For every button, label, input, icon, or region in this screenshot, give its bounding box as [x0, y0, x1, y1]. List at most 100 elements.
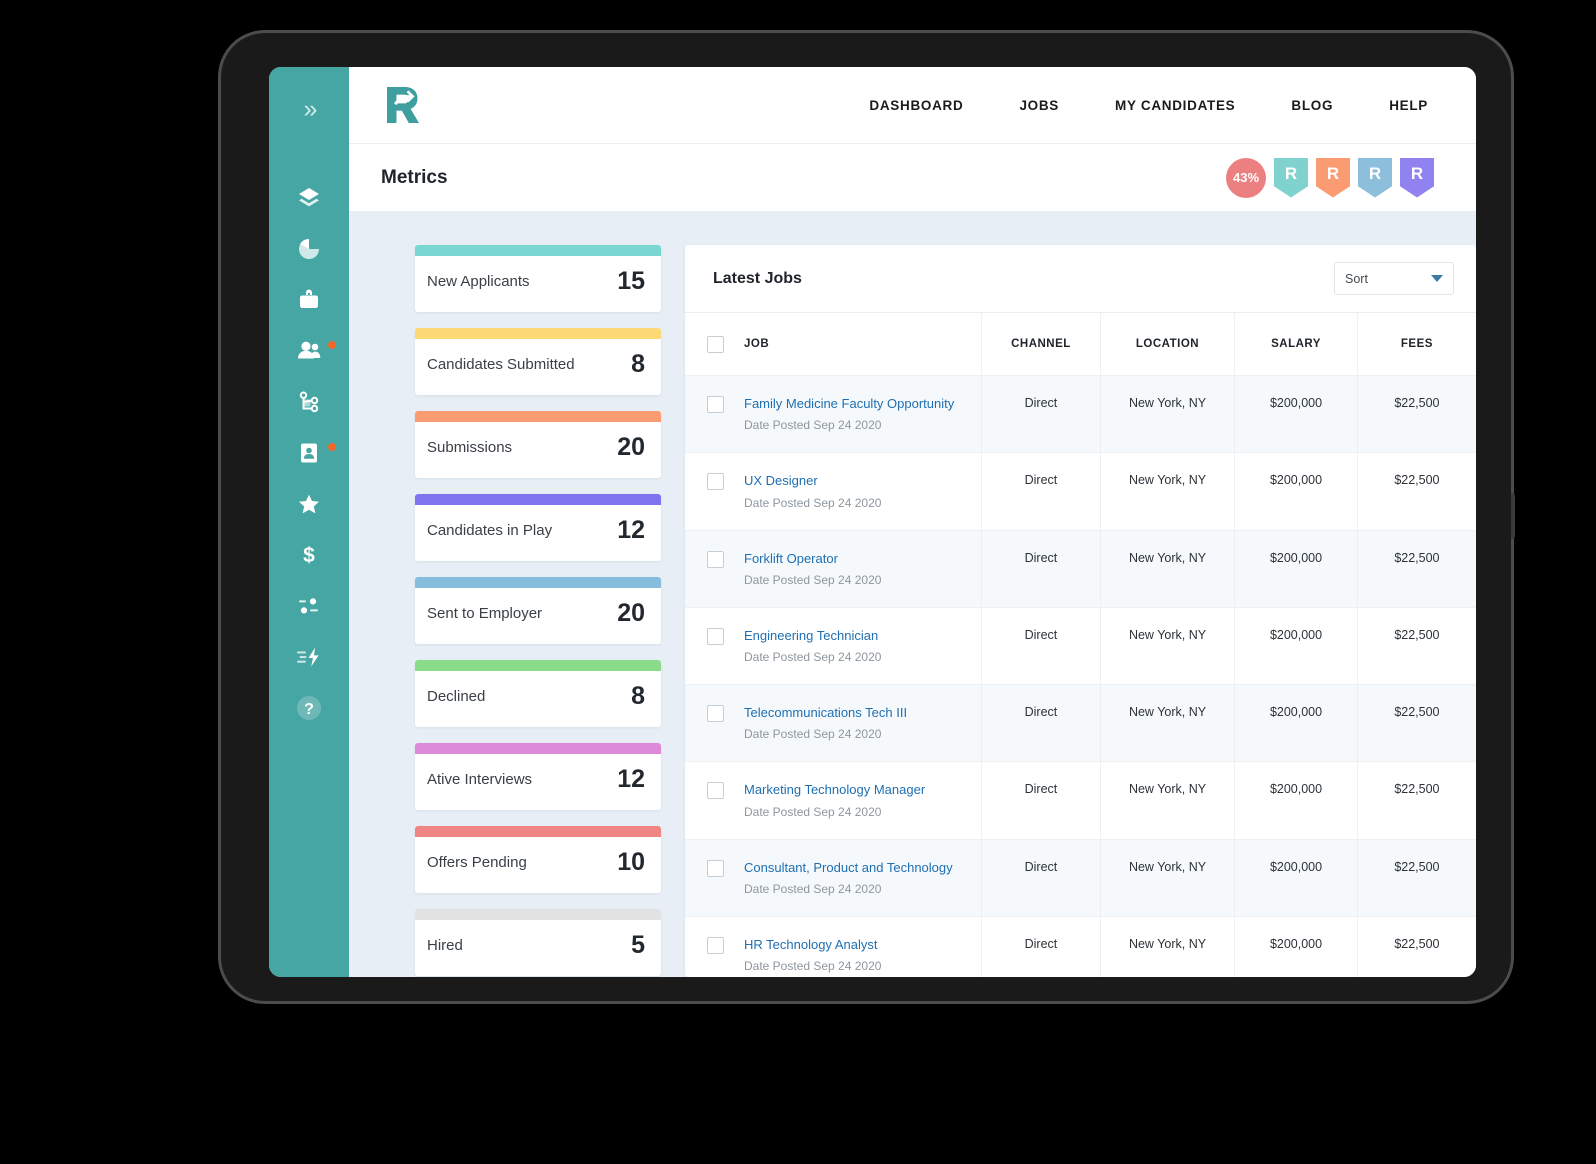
nav-jobs[interactable]: JOBS [1019, 98, 1059, 113]
row-checkbox[interactable] [707, 627, 724, 645]
cell-location: New York, NY [1099, 915, 1235, 977]
sidebar-item-candidates[interactable] [283, 325, 336, 377]
row-checkbox[interactable] [707, 473, 724, 491]
shield-badge-3[interactable]: R [1358, 157, 1392, 198]
metric-card[interactable]: Hired 5 [415, 909, 661, 976]
main-nav: DASHBOARD JOBS MY CANDIDATES BLOG HELP [869, 98, 1428, 113]
metric-card[interactable]: Declined 8 [415, 660, 661, 727]
shield-icon: R [1358, 157, 1392, 198]
cell-fees: $22,500 [1356, 683, 1476, 762]
shield-badge-1[interactable]: R [1274, 157, 1308, 198]
cell-salary: $200,000 [1234, 606, 1358, 685]
row-checkbox[interactable] [707, 782, 724, 800]
automation-bolt-icon [296, 645, 322, 669]
select-all-checkbox[interactable] [707, 335, 724, 353]
metric-value: 20 [617, 433, 645, 461]
table-row[interactable]: Consultant, Product and Technology Date P… [685, 838, 1476, 917]
sidebar-item-layers[interactable] [283, 172, 335, 224]
nav-blog[interactable]: BLOG [1291, 98, 1333, 113]
chevron-double-right-icon[interactable]: » [304, 97, 318, 122]
metric-value: 10 [617, 848, 645, 876]
metric-color-bar [415, 328, 661, 339]
cell-channel: Direct [981, 374, 1101, 453]
job-title-link[interactable]: Telecommunications Tech III [744, 705, 907, 721]
row-checkbox[interactable] [707, 859, 724, 877]
job-title-link[interactable]: Forklift Operator [744, 551, 881, 567]
recruiter-r-logo[interactable] [379, 81, 427, 129]
row-checkbox[interactable] [707, 705, 724, 722]
job-title-link[interactable]: UX Designer [744, 473, 881, 489]
job-title-link[interactable]: Consultant, Product and Technology [744, 860, 953, 876]
tablet-screen: » $ ? DASHBOARD JOBS MY CANDIDATES BLOG … [269, 67, 1476, 977]
metric-card[interactable]: Candidates Submitted 8 [415, 328, 661, 395]
shield-badge-letter: R [1326, 163, 1340, 183]
table-row[interactable]: Engineering Technician Date Posted Sep 24… [685, 606, 1476, 685]
job-date-posted: Date Posted Sep 24 2020 [744, 804, 882, 819]
cell-location: New York, NY [1099, 606, 1235, 685]
shield-badge-4[interactable]: R [1400, 157, 1434, 198]
tablet-device-frame: » $ ? DASHBOARD JOBS MY CANDIDATES BLOG … [221, 33, 1515, 1001]
svg-text:?: ? [304, 701, 314, 718]
nav-my-candidates[interactable]: MY CANDIDATES [1115, 98, 1235, 113]
table-row[interactable]: UX Designer Date Posted Sep 24 2020 Direct… [685, 452, 1476, 530]
cell-salary: $200,000 [1234, 761, 1358, 839]
job-date-posted: Date Posted Sep 24 2020 [744, 650, 882, 664]
metric-label: Candidates in Play [427, 522, 553, 539]
shield-icon: R [1274, 157, 1308, 198]
row-checkbox[interactable] [707, 936, 724, 954]
metric-body: Candidates in Play 12 [415, 505, 661, 561]
star-icon [297, 492, 321, 516]
metric-body: New Applicants 15 [415, 256, 661, 312]
job-title-link[interactable]: HR Technology Analyst [744, 937, 881, 953]
cell-channel: Direct [981, 838, 1101, 917]
metric-label: Candidates Submitted [427, 356, 575, 373]
table-row[interactable]: Telecommunications Tech III Date Posted S… [685, 683, 1476, 762]
nav-help[interactable]: HELP [1389, 98, 1428, 113]
metric-card[interactable]: Candidates in Play 12 [415, 494, 661, 561]
cell-job: UX Designer Date Posted Sep 24 2020 [685, 452, 982, 530]
table-row[interactable]: Marketing Technology Manager Date Posted … [685, 761, 1476, 839]
row-checkbox[interactable] [707, 396, 724, 413]
sidebar-item-jobs[interactable] [283, 274, 335, 326]
sidebar-item-automation[interactable] [283, 631, 335, 683]
job-title-link[interactable]: Family Medicine Faculty Opportunity [744, 396, 954, 412]
metric-card[interactable]: Submissions 20 [415, 411, 661, 478]
job-title-link[interactable]: Engineering Technician [744, 628, 881, 644]
content-area: DASHBOARD JOBS MY CANDIDATES BLOG HELP M… [349, 67, 1476, 977]
sliders-icon [297, 594, 321, 618]
sort-dropdown[interactable]: Sort [1334, 262, 1454, 295]
sidebar-item-help[interactable]: ? [283, 682, 335, 734]
layers-icon [297, 186, 321, 210]
notification-dot [328, 443, 336, 451]
cell-channel: Direct [981, 683, 1101, 762]
table-row[interactable]: Forklift Operator Date Posted Sep 24 2020… [685, 529, 1476, 608]
chevron-down-icon [1431, 275, 1443, 282]
nav-dashboard[interactable]: DASHBOARD [869, 98, 963, 113]
jobs-table-scroll[interactable]: JOB CHANNEL LOCATION SALARY FEES Family … [685, 312, 1476, 977]
sidebar-item-contacts[interactable] [283, 427, 336, 479]
metric-card[interactable]: Ative Interviews 12 [415, 743, 661, 810]
metric-body: Declined 8 [415, 671, 661, 727]
table-row[interactable]: HR Technology Analyst Date Posted Sep 24 … [685, 915, 1476, 977]
page-root: niusetiitel » [0, 0, 1596, 1164]
metric-body: Ative Interviews 12 [415, 754, 661, 810]
job-title-link[interactable]: Marketing Technology Manager [744, 782, 925, 798]
table-row[interactable]: Family Medicine Faculty Opportunity Date … [685, 374, 1476, 453]
metric-body: Sent to Employer 20 [415, 588, 661, 644]
cell-job: Forklift Operator Date Posted Sep 24 2020 [685, 529, 982, 608]
sidebar-item-reports[interactable] [283, 223, 335, 275]
row-checkbox[interactable] [707, 550, 724, 568]
shield-badge-2[interactable]: R [1316, 157, 1350, 198]
metric-card[interactable]: Sent to Employer 20 [415, 577, 661, 644]
cell-job: Telecommunications Tech III Date Posted S… [685, 683, 982, 762]
job-date-posted: Date Posted Sep 24 2020 [744, 495, 882, 510]
metric-card[interactable]: Offers Pending 10 [415, 826, 661, 893]
metric-card[interactable]: New Applicants 15 [415, 245, 661, 312]
sidebar-item-billing[interactable]: $ [283, 529, 335, 581]
sidebar-item-pipeline[interactable] [283, 376, 335, 428]
sidebar-item-favorites[interactable] [283, 478, 335, 530]
sort-dropdown-label: Sort [1345, 271, 1368, 286]
sidebar-item-settings[interactable] [283, 580, 335, 632]
dollar-icon: $ [297, 543, 321, 567]
percent-badge[interactable]: 43% [1226, 157, 1266, 198]
